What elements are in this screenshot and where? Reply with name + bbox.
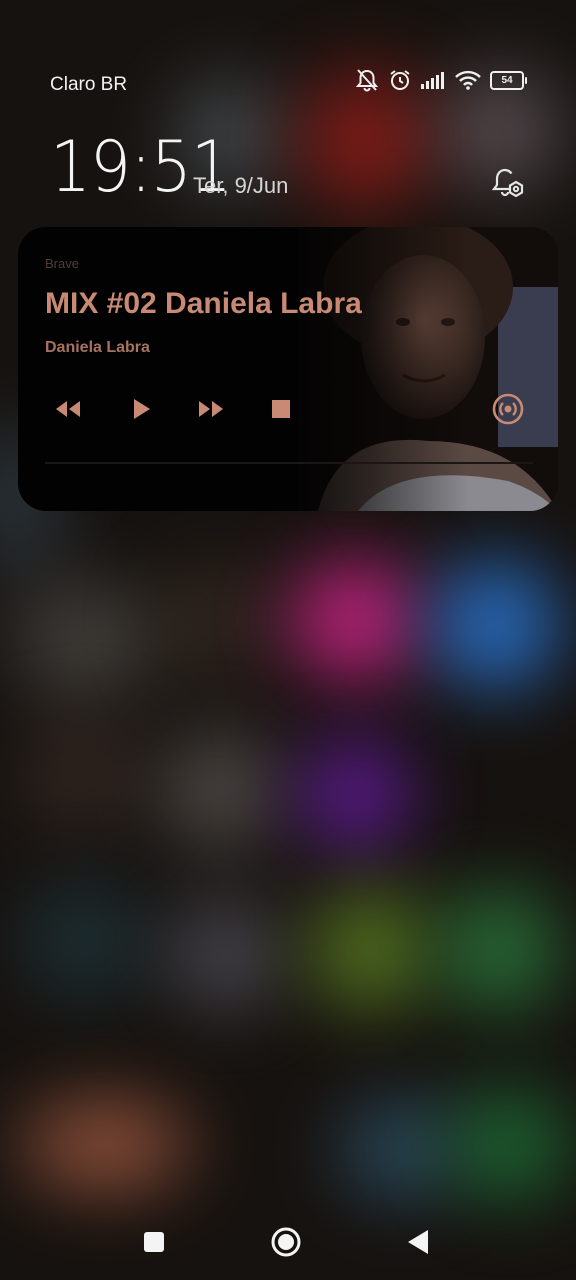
- status-bar: Claro BR 54: [0, 62, 576, 108]
- recents-button[interactable]: [132, 1220, 176, 1264]
- navigation-bar: [0, 1210, 576, 1280]
- back-icon: [408, 1230, 428, 1254]
- media-app-name: Brave: [45, 256, 79, 271]
- home-icon: [271, 1227, 301, 1257]
- play-icon: [134, 399, 150, 419]
- recents-icon: [144, 1232, 164, 1252]
- fast-forward-icon: [199, 401, 223, 417]
- carrier-name: Claro BR: [50, 74, 128, 95]
- bell-muted-icon: [355, 69, 379, 92]
- media-notification-card[interactable]: Brave MIX #02 Daniela Labra Daniela Labr…: [18, 227, 558, 511]
- play-button[interactable]: [119, 387, 163, 431]
- cast-output-icon: [492, 393, 524, 425]
- album-art-fade: [258, 227, 558, 511]
- status-icons: 54: [354, 68, 527, 92]
- wifi-icon: [455, 70, 481, 90]
- stop-button[interactable]: [259, 387, 303, 431]
- stop-icon: [272, 400, 290, 418]
- lock-date: Ter, 9/Jun: [193, 173, 289, 198]
- track-title: MIX #02 Daniela Labra: [45, 287, 362, 320]
- cast-output-button[interactable]: [486, 387, 530, 431]
- back-button[interactable]: [396, 1220, 440, 1264]
- track-artist: Daniela Labra: [45, 339, 150, 356]
- rewind-button[interactable]: [46, 387, 90, 431]
- battery-icon: 54: [490, 70, 527, 90]
- home-button[interactable]: [264, 1220, 308, 1264]
- notification-settings-icon[interactable]: [488, 164, 528, 204]
- fast-forward-button[interactable]: [189, 387, 233, 431]
- alarm-icon: [390, 70, 410, 90]
- signal-icon: [421, 72, 444, 89]
- playback-progress-bar[interactable]: [45, 462, 533, 464]
- rewind-icon: [56, 401, 80, 417]
